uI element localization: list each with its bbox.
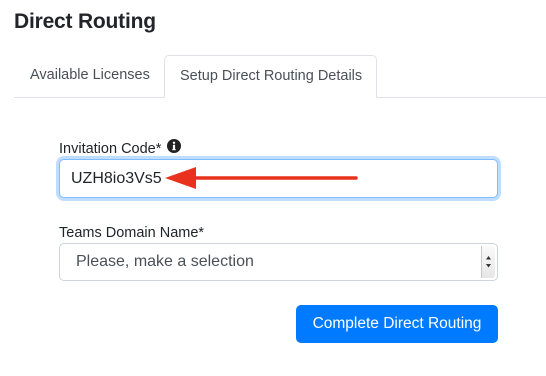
page-title: Direct Routing — [14, 10, 156, 33]
tab-available-licenses[interactable]: Available Licenses — [14, 55, 166, 96]
invitation-code-label: Invitation Code* — [59, 141, 162, 157]
info-circle-icon[interactable] — [167, 139, 181, 153]
complete-direct-routing-button[interactable]: Complete Direct Routing — [296, 305, 498, 343]
select-dropdown-arrow-icon[interactable] — [481, 246, 495, 278]
tab-bar: Available Licenses Setup Direct Routing … — [14, 55, 546, 98]
teams-domain-selected-value: Please, make a selection — [76, 253, 254, 270]
annotation-arrow-icon — [165, 167, 358, 189]
page: Direct Routing Available Licenses Setup … — [0, 0, 546, 376]
tab-setup-direct-routing-details[interactable]: Setup Direct Routing Details — [164, 55, 377, 98]
teams-domain-label: Teams Domain Name* — [59, 225, 205, 241]
teams-domain-select[interactable]: Please, make a selection — [59, 243, 498, 281]
